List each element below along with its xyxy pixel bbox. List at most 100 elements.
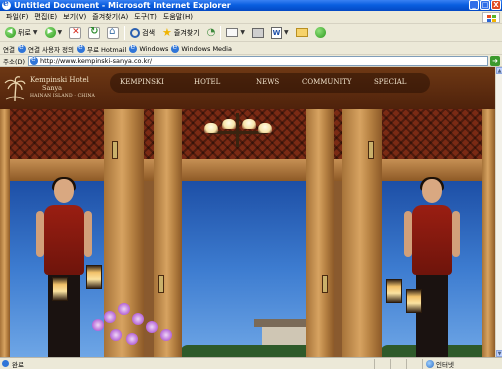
web-page: Kempinski Hotel Sanya HAINAN ISLAND · CH… — [0, 67, 495, 357]
home-button[interactable] — [105, 25, 121, 40]
status-cell — [406, 358, 422, 369]
forward-button[interactable]: ▼ — [43, 25, 65, 40]
pillar — [306, 109, 334, 357]
nav-community[interactable]: COMMUNITY — [302, 78, 352, 86]
internet-explorer-icon — [2, 0, 11, 10]
standard-toolbar: 뒤로 ▼ ▼ 검색 ★ 즐겨찾기 ◔ ▼ W ▼ — [0, 24, 502, 42]
toolbar-separator — [220, 25, 222, 40]
print-button[interactable] — [250, 25, 266, 40]
nav-kempinski[interactable]: KEMPINSKI — [120, 78, 164, 86]
hotel-logo[interactable]: Kempinski Hotel Sanya HAINAN ISLAND · CH… — [4, 73, 95, 107]
lantern — [386, 279, 402, 303]
links-label: 연결 — [3, 45, 15, 54]
window-title: Untitled Document - Microsoft Internet E… — [14, 1, 231, 10]
back-label: 뒤로 — [18, 28, 31, 37]
nav-hotel[interactable]: HOTEL — [194, 78, 220, 86]
search-icon — [130, 27, 141, 38]
brand-location: HAINAN ISLAND · CHINA — [30, 94, 95, 99]
menu-tools[interactable]: 도구(T) — [134, 12, 157, 22]
status-cell — [390, 358, 406, 369]
lantern — [406, 289, 422, 313]
back-arrow-icon — [5, 27, 16, 38]
internet-globe-icon — [426, 359, 434, 368]
favorites-star-icon: ★ — [162, 25, 172, 39]
messenger-button[interactable] — [313, 25, 328, 40]
stop-icon — [69, 26, 82, 39]
favorites-label: 즐겨찾기 — [173, 28, 200, 37]
link-windows[interactable]: Windows — [129, 42, 169, 53]
folder-button[interactable] — [294, 25, 310, 40]
status-text: 완료 — [0, 359, 374, 369]
ie-page-icon — [171, 42, 180, 53]
site-header: Kempinski Hotel Sanya HAINAN ISLAND · CH… — [0, 67, 495, 109]
wall-lamp — [158, 275, 164, 293]
window-titlebar: Untitled Document - Microsoft Internet E… — [0, 0, 502, 11]
address-url[interactable]: http://www.kempinski-sanya.co.kr/ — [40, 57, 152, 65]
menu-view[interactable]: 보기(V) — [63, 12, 86, 22]
history-button[interactable]: ◔ — [205, 25, 218, 40]
status-cell — [374, 358, 390, 369]
scroll-up-button[interactable]: ▲ — [496, 67, 502, 74]
wall-lamp — [322, 275, 328, 293]
link-hotmail-label: 무료 Hotmail — [86, 45, 127, 54]
brand-name: Kempinski Hotel — [30, 76, 89, 84]
forward-arrow-icon — [44, 27, 56, 38]
menu-help[interactable]: 도움말(H) — [163, 12, 193, 22]
back-button[interactable]: 뒤로 ▼ — [3, 25, 40, 40]
menu-file[interactable]: 파일(F) — [6, 12, 28, 22]
chandelier-stem — [236, 113, 239, 147]
menu-edit[interactable]: 편집(E) — [34, 12, 57, 22]
pillar — [482, 109, 495, 357]
refresh-button[interactable] — [86, 25, 102, 40]
mail-icon — [226, 28, 239, 37]
zone-label: 인터넷 — [436, 360, 454, 369]
orchid-flowers — [88, 299, 178, 349]
home-icon — [107, 26, 120, 39]
ie-page-icon — [17, 42, 26, 53]
chandelier-bulb — [242, 119, 256, 129]
maximize-button[interactable]: □ — [480, 0, 490, 10]
nav-news[interactable]: NEWS — [256, 78, 279, 86]
link-windows-media[interactable]: Windows Media — [171, 42, 232, 53]
wall-lamp — [112, 141, 118, 159]
search-button[interactable]: 검색 — [128, 25, 157, 40]
vertical-scrollbar[interactable]: ▲ ▼ — [495, 67, 502, 357]
windows-logo-icon — [482, 12, 500, 23]
favorites-button[interactable]: ★ 즐겨찾기 — [160, 25, 202, 40]
edit-word-button[interactable]: W ▼ — [269, 25, 291, 40]
ie-page-icon — [129, 42, 138, 53]
pillar — [0, 109, 10, 357]
chevron-down-icon: ▼ — [32, 29, 38, 36]
link-windows-label: Windows — [139, 44, 169, 53]
lantern — [52, 277, 68, 301]
pillar — [342, 109, 382, 357]
ie-page-icon — [76, 42, 85, 53]
wall-lamp — [368, 141, 374, 159]
lantern — [86, 265, 102, 289]
folder-icon — [295, 28, 308, 37]
address-input[interactable]: http://www.kempinski-sanya.co.kr/ — [28, 54, 488, 66]
link-hotmail[interactable]: 무료 Hotmail — [76, 42, 127, 54]
window-controls: _ □ X — [469, 0, 501, 10]
brand-city: Sanya — [42, 84, 63, 92]
hero-image — [0, 109, 495, 357]
minimize-button[interactable]: _ — [469, 0, 479, 10]
nav-special[interactable]: SPECIAL — [374, 78, 406, 86]
refresh-icon — [88, 26, 101, 39]
go-button[interactable]: ➜ — [490, 56, 500, 66]
close-button[interactable]: X — [491, 0, 501, 10]
history-icon: ◔ — [206, 27, 216, 38]
link-customize[interactable]: 연결 사용자 정의 — [17, 42, 74, 54]
links-bar: 연결 연결 사용자 정의 무료 Hotmail Windows Windows … — [0, 42, 502, 55]
site-navigation: KEMPINSKI HOTEL NEWS COMMUNITY SPECIAL — [110, 73, 430, 93]
toolbar-separator — [124, 25, 126, 40]
chandelier-bulb — [222, 119, 236, 129]
chandelier — [200, 113, 276, 153]
menu-favorites[interactable]: 즐겨찾기(A) — [92, 12, 128, 22]
mail-button[interactable]: ▼ — [224, 25, 247, 40]
scroll-down-button[interactable]: ▼ — [496, 350, 502, 357]
hostess-right — [386, 177, 462, 357]
menu-bar: 파일(F) 편집(E) 보기(V) 즐겨찾기(A) 도구(T) 도움말(H) — [0, 11, 502, 24]
stop-button[interactable] — [67, 25, 83, 40]
word-document-icon: W — [271, 26, 283, 39]
